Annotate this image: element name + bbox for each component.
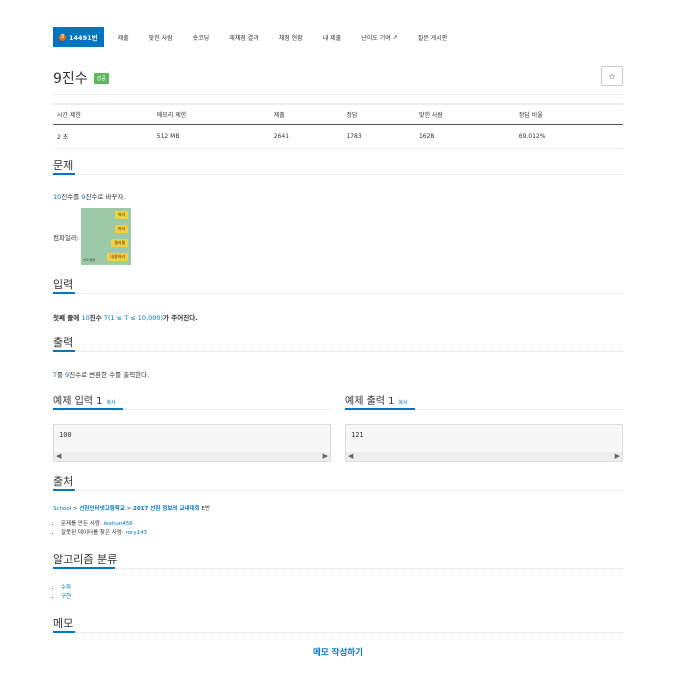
horizontal-scrollbar[interactable] bbox=[346, 452, 622, 461]
algo-tag-implementation[interactable]: 구현 bbox=[61, 594, 71, 600]
star-button[interactable]: ☆ bbox=[601, 66, 623, 86]
list-item: 문제를 만든 사람: leehun456 bbox=[61, 519, 147, 527]
write-memo-button[interactable]: 메모 작성하기 bbox=[53, 646, 623, 658]
nav-my-submissions[interactable]: 내 제출 bbox=[323, 33, 341, 42]
input-description: 첫째 줄에 10진수 T(1 ≤ T ≤ 10,000)가 주어진다. bbox=[53, 314, 198, 322]
page-title: 9진수 bbox=[53, 71, 88, 87]
list-item: 잘못된 데이터를 찾은 사람: rory143 bbox=[61, 528, 147, 536]
section-title-input: 입력 bbox=[53, 278, 74, 291]
list-item: 구현 bbox=[61, 592, 71, 600]
copy-output-button[interactable]: 복사 bbox=[399, 400, 408, 406]
header-submissions: 제출 bbox=[269, 103, 343, 125]
value-time-limit: 2 초 bbox=[53, 124, 153, 149]
nav-problem-id[interactable]: 2 14491번 bbox=[53, 27, 104, 47]
maker-link[interactable]: leehun456 bbox=[104, 521, 133, 527]
algorithm-list: 수학 구현 bbox=[53, 582, 71, 601]
nav-submit[interactable]: 제출 bbox=[118, 33, 129, 42]
compiler-image: 하러 마서 결과물 내용하러 숫자 변환 bbox=[81, 208, 132, 265]
example-output-box[interactable]: 121 ◀ ▶ bbox=[345, 424, 623, 462]
problem-info-table: 시간 제한 메모리 제한 제출 정답 맞힌 사람 정답 비율 2 초 512 M… bbox=[53, 103, 623, 149]
problem-nav: 2 14491번 제출 맞힌 사람 숏코딩 재채점 결과 채점 현황 내 제출 … bbox=[53, 27, 467, 47]
section-underline bbox=[53, 567, 623, 569]
problem-id-label: 14491번 bbox=[69, 34, 98, 42]
compiler-image-btn-4: 내용하러 bbox=[107, 253, 129, 261]
example-input-box[interactable]: 100 ◀ ▶ bbox=[53, 424, 331, 462]
value-ratio: 69.012% bbox=[514, 124, 623, 149]
compiler-label: 컴파일러: bbox=[53, 233, 80, 242]
value-memory-limit: 512 MB bbox=[152, 124, 270, 149]
section-title-memo: 메모 bbox=[53, 617, 74, 630]
scroll-left-icon[interactable]: ◀ bbox=[348, 452, 353, 460]
source-link-school[interactable]: School bbox=[53, 506, 71, 512]
value-solvers: 1628 bbox=[414, 124, 515, 149]
external-link-icon: ↗ bbox=[392, 33, 398, 41]
nav-short-coding[interactable]: 숏코딩 bbox=[193, 33, 210, 42]
example-output-title: 예제 출력 1 복사 bbox=[345, 396, 408, 407]
header-accepted: 정답 bbox=[342, 103, 415, 125]
list-item: 수학 bbox=[61, 583, 71, 591]
fixer-link[interactable]: rory143 bbox=[126, 530, 148, 536]
compiler-image-caption: 숫자 변환 bbox=[83, 258, 96, 262]
output-description: T를 9진수로 변환한 수를 출력한다. bbox=[53, 371, 150, 379]
header-memory-limit: 메모리 제한 bbox=[152, 103, 270, 125]
nav-solved-users[interactable]: 맞힌 사람 bbox=[149, 33, 173, 42]
example-input-value: 100 bbox=[59, 431, 72, 439]
compiler-image-btn-1: 하러 bbox=[114, 211, 129, 219]
table-row: 2 초 512 MB 2641 1783 1628 69.012% bbox=[53, 124, 623, 149]
title-row: 9진수 성공 ☆ bbox=[53, 66, 623, 90]
compiler-row: 컴파일러: 하러 마서 결과물 내용하러 숫자 변환 bbox=[53, 208, 132, 265]
section-title-algorithms: 알고리즘 분류 bbox=[53, 553, 118, 566]
section-underline bbox=[53, 631, 623, 633]
header-solvers: 맞힌 사람 bbox=[414, 103, 515, 125]
example-input-title: 예제 입력 1 복사 bbox=[53, 396, 116, 407]
section-underline bbox=[53, 173, 623, 175]
compiler-image-btn-2: 마서 bbox=[114, 225, 129, 233]
nav-difficulty[interactable]: 난이도 기여 ↗ bbox=[361, 33, 398, 42]
section-title-problem: 문제 bbox=[53, 159, 74, 172]
nav-rejudge[interactable]: 재채점 결과 bbox=[229, 33, 259, 42]
section-title-source: 출처 bbox=[53, 475, 74, 488]
horizontal-scrollbar[interactable] bbox=[54, 452, 330, 461]
problem-description: 10진수를 9진수로 바꾸자. bbox=[53, 193, 126, 201]
rank-badge: 2 bbox=[59, 33, 66, 41]
header-time-limit: 시간 제한 bbox=[53, 103, 153, 125]
solved-badge: 성공 bbox=[93, 72, 109, 84]
section-underline bbox=[53, 350, 623, 352]
scroll-right-icon[interactable]: ▶ bbox=[323, 452, 328, 460]
header-ratio: 정답 비율 bbox=[514, 103, 623, 125]
source-link-org[interactable]: 선린인터넷고등학교 bbox=[79, 506, 125, 512]
star-icon: ☆ bbox=[608, 71, 616, 81]
title-divider bbox=[53, 94, 623, 95]
section-title-output: 출력 bbox=[53, 336, 74, 349]
value-accepted: 1783 bbox=[342, 124, 415, 149]
example-output-value: 121 bbox=[351, 431, 364, 439]
compiler-image-btn-3: 결과물 bbox=[111, 239, 129, 247]
credit-list: 문제를 만든 사람: leehun456 잘못된 데이터를 찾은 사람: ror… bbox=[53, 518, 147, 537]
scroll-left-icon[interactable]: ◀ bbox=[56, 452, 61, 460]
source-breadcrumb: School > 선린인터넷고등학교 > 2017 선린 정보의 교내대회 E번 bbox=[53, 506, 210, 512]
example-input-underline bbox=[53, 408, 331, 410]
nav-difficulty-label: 난이도 기여 bbox=[361, 34, 391, 42]
copy-input-button[interactable]: 복사 bbox=[107, 400, 116, 406]
example-output-underline bbox=[345, 408, 623, 410]
scroll-right-icon[interactable]: ▶ bbox=[615, 452, 620, 460]
source-link-contest[interactable]: 2017 선린 정보의 교내대회 bbox=[133, 506, 200, 512]
section-underline bbox=[53, 292, 623, 294]
nav-status[interactable]: 채점 현황 bbox=[279, 33, 303, 42]
table-header-row: 시간 제한 메모리 제한 제출 정답 맞힌 사람 정답 비율 bbox=[53, 103, 623, 125]
value-submissions: 2641 bbox=[269, 124, 343, 149]
section-underline bbox=[53, 489, 623, 491]
algo-tag-math[interactable]: 수학 bbox=[61, 585, 71, 591]
nav-qna[interactable]: 질문 게시판 bbox=[418, 33, 448, 42]
